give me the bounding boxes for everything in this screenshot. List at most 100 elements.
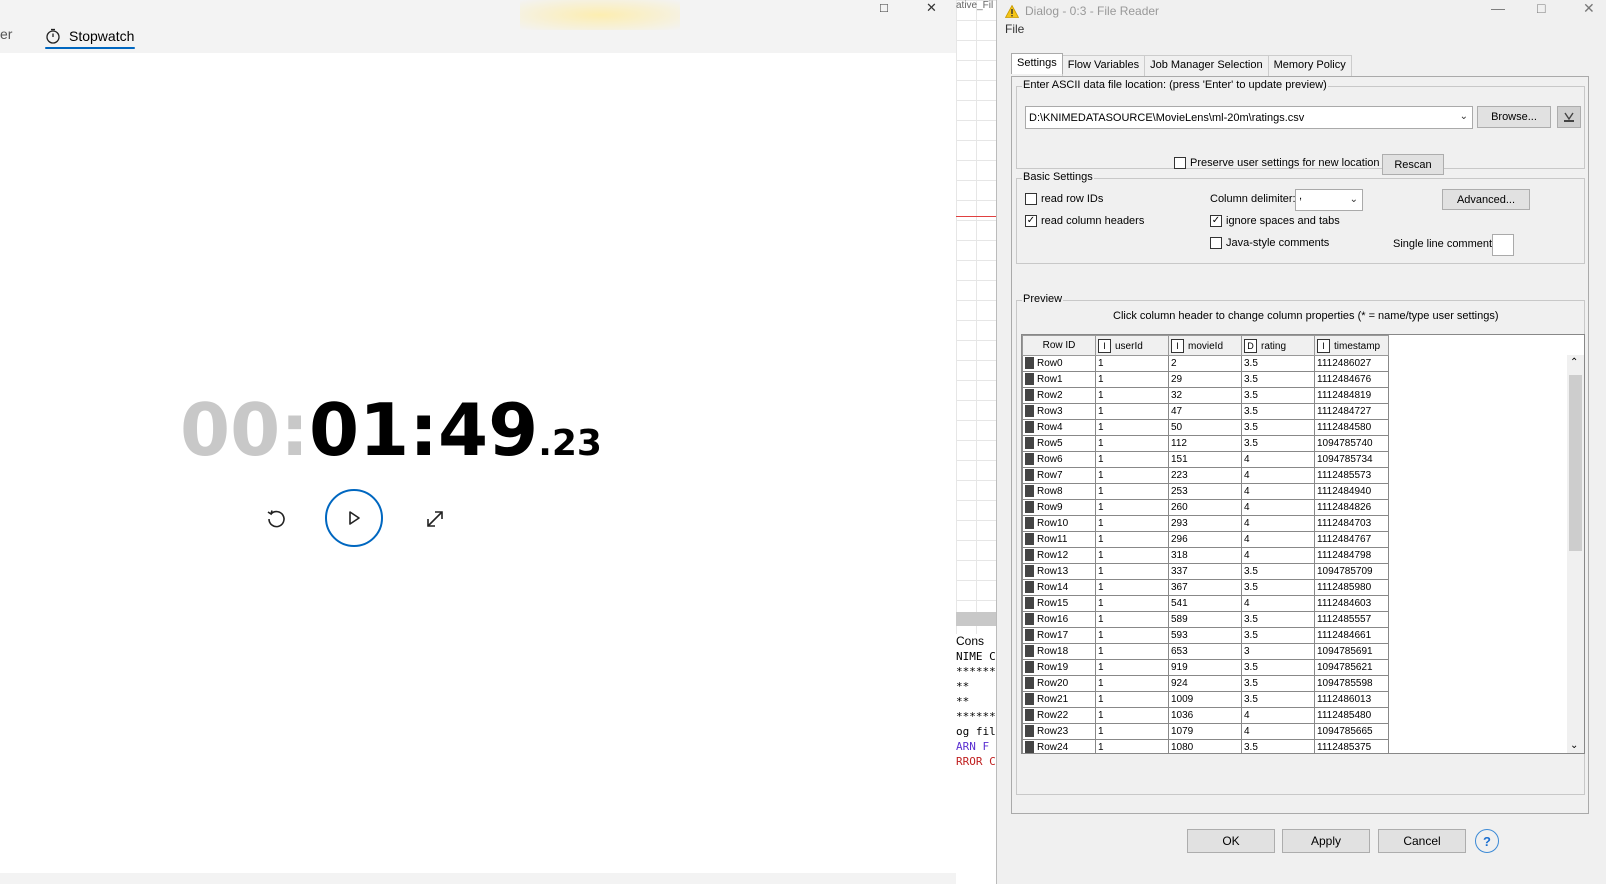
cell-value: 1094785734 (1317, 453, 1373, 465)
scroll-down-icon[interactable]: ⌄ (1570, 740, 1578, 751)
tab-job-manager[interactable]: Job Manager Selection (1144, 55, 1269, 76)
file-path-combo[interactable]: D:\KNIMEDATASOURCE\MovieLens\ml-20m\rati… (1025, 106, 1473, 129)
expand-button[interactable] (423, 507, 447, 531)
table-cell: 260 (1168, 499, 1242, 516)
preview-vertical-scrollbar[interactable]: ⌃ ⌄ (1567, 355, 1584, 753)
cell-value: 47 (1171, 405, 1183, 417)
table-cell: 1036 (1168, 707, 1242, 724)
table-cell: 1112484940 (1314, 483, 1389, 500)
dialog-close-button[interactable]: ✕ (1583, 0, 1595, 17)
table-cell: 3.5 (1241, 611, 1315, 628)
column-header-timestamp[interactable]: Itimestamp (1314, 335, 1389, 356)
table-cell: 1 (1095, 531, 1169, 548)
tab-timer-partial[interactable]: er (0, 26, 12, 42)
cell-value: 3.5 (1244, 629, 1258, 641)
integer-type-icon: I (1098, 338, 1111, 353)
row-id-cell: Row21 (1022, 691, 1096, 708)
table-row: Row7 1 223 4 1112485573 (1022, 467, 1389, 484)
reset-button[interactable] (264, 507, 288, 531)
play-button[interactable] (325, 489, 383, 547)
java-comments-checkbox[interactable]: Java-style comments (1210, 237, 1329, 249)
table-cell: 1 (1095, 723, 1169, 740)
table-cell: 367 (1168, 579, 1242, 596)
tab-flow-variables[interactable]: Flow Variables (1061, 55, 1146, 76)
preserve-settings-box[interactable] (1174, 157, 1186, 169)
console-tab[interactable]: Cons (956, 634, 996, 649)
preview-table: Row ID IuserId ImovieId Drating Itimesta… (1021, 334, 1585, 754)
cell-value: 1 (1098, 485, 1104, 497)
row-id-cell: Row13 (1022, 563, 1096, 580)
table-cell: 541 (1168, 595, 1242, 612)
cell-value: Row20 (1037, 677, 1069, 689)
cell-value: 1112485573 (1317, 469, 1372, 481)
advanced-button[interactable]: Advanced... (1442, 189, 1530, 210)
single-line-comment-input[interactable] (1492, 234, 1514, 256)
cell-value: 3.5 (1244, 677, 1258, 689)
cell-value: 1112485480 (1317, 709, 1372, 721)
cell-value: 1009 (1171, 693, 1194, 705)
dialog-minimize-button[interactable]: — (1491, 0, 1505, 16)
cell-value: 223 (1171, 469, 1188, 481)
row-marker (1025, 564, 1034, 577)
ignore-spaces-box[interactable]: ✓ (1210, 215, 1222, 227)
row-marker (1025, 580, 1034, 593)
row-id-cell: Row9 (1022, 499, 1096, 516)
console-line: ******* (956, 710, 996, 723)
console-line: NIME C (956, 650, 996, 663)
ok-button[interactable]: OK (1187, 829, 1275, 853)
read-column-headers-box[interactable]: ✓ (1025, 215, 1037, 227)
cell-value: 1112486013 (1317, 693, 1372, 705)
cancel-button[interactable]: Cancel (1378, 829, 1466, 853)
menu-file[interactable]: File (1005, 22, 1024, 36)
column-header-row-id[interactable]: Row ID (1022, 335, 1096, 356)
table-row: Row16 1 589 3.5 1112485557 (1022, 611, 1389, 628)
apply-button[interactable]: Apply (1282, 829, 1370, 853)
table-cell: 223 (1168, 467, 1242, 484)
scrollbar-thumb[interactable] (1569, 375, 1582, 551)
help-button[interactable]: ? (1475, 829, 1499, 853)
read-row-ids-box[interactable] (1025, 193, 1037, 205)
cell-value: 151 (1171, 453, 1188, 465)
preserve-settings-checkbox[interactable]: Preserve user settings for new location (1174, 157, 1380, 169)
table-cell: 1112484661 (1314, 627, 1389, 644)
cell-value: Row11 (1037, 533, 1068, 545)
cell-value: 1112486027 (1317, 357, 1372, 369)
read-row-ids-checkbox[interactable]: read row IDs (1025, 193, 1103, 205)
column-header-rating[interactable]: Drating (1241, 335, 1315, 356)
table-cell: 1 (1095, 627, 1169, 644)
cell-value: 296 (1171, 533, 1188, 545)
row-marker (1025, 516, 1034, 529)
column-delimiter-select[interactable]: , ⌄ (1295, 189, 1363, 211)
tab-stopwatch[interactable]: Stopwatch (45, 22, 134, 50)
ignore-spaces-checkbox[interactable]: ✓ ignore spaces and tabs (1210, 215, 1340, 227)
cell-value: 1 (1098, 693, 1104, 705)
dialog-maximize-button[interactable]: □ (1537, 0, 1545, 16)
table-cell: 151 (1168, 451, 1242, 468)
tab-settings[interactable]: Settings (1011, 53, 1063, 74)
column-header-userid[interactable]: IuserId (1095, 335, 1169, 356)
browse-button[interactable]: Browse... (1477, 106, 1551, 128)
console-line: og fil (956, 725, 996, 738)
close-button[interactable]: ✕ (926, 0, 937, 16)
minimize-button[interactable]: □ (880, 0, 888, 15)
flow-variable-button[interactable] (1557, 106, 1581, 128)
table-cell: 4 (1241, 515, 1315, 532)
row-id-cell: Row14 (1022, 579, 1096, 596)
editor-title-fragment: ative_Fil (956, 0, 994, 11)
table-row: Row8 1 253 4 1112484940 (1022, 483, 1389, 500)
cell-value: 337 (1171, 565, 1188, 577)
row-id-cell: Row3 (1022, 403, 1096, 420)
tab-memory-policy[interactable]: Memory Policy (1267, 55, 1352, 76)
file-reader-dialog: Dialog - 0:3 - File Reader — □ ✕ File Se… (996, 0, 1606, 884)
row-marker (1025, 660, 1034, 673)
column-header-movieid[interactable]: ImovieId (1168, 335, 1242, 356)
java-comments-box[interactable] (1210, 237, 1222, 249)
table-row: Row4 1 50 3.5 1112484580 (1022, 419, 1389, 436)
rescan-button[interactable]: Rescan (1382, 154, 1444, 175)
cell-value: 1112484798 (1317, 549, 1372, 561)
row-id-cell: Row23 (1022, 723, 1096, 740)
read-column-headers-checkbox[interactable]: ✓ read column headers (1025, 215, 1144, 227)
row-id-cell: Row18 (1022, 643, 1096, 660)
scroll-up-icon[interactable]: ⌃ (1570, 357, 1578, 368)
cell-value: 919 (1171, 661, 1188, 673)
